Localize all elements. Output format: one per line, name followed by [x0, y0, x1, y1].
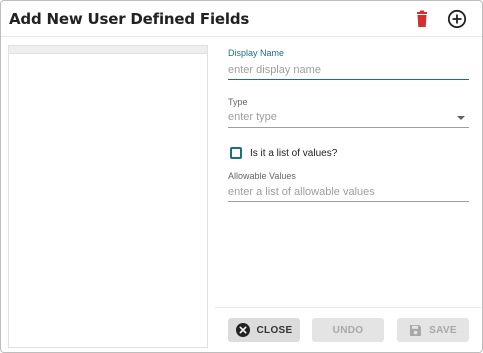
- dialog-footer: CLOSE UNDO SAVE: [215, 307, 481, 348]
- undo-button-label: UNDO: [332, 324, 364, 336]
- type-label: Type: [228, 97, 248, 107]
- list-of-values-label: Is it a list of values?: [250, 147, 338, 159]
- chevron-down-icon: [457, 116, 465, 120]
- undo-button[interactable]: UNDO: [312, 318, 384, 342]
- close-circle-icon: [235, 323, 250, 337]
- type-select[interactable]: enter type: [228, 108, 469, 128]
- fields-list-panel: [8, 45, 208, 348]
- dialog-header: Add New User Defined Fields: [1, 1, 482, 37]
- save-button[interactable]: SAVE: [397, 318, 469, 342]
- add-field-button[interactable]: [446, 8, 468, 30]
- trash-icon: [417, 10, 427, 27]
- allowable-values-input[interactable]: [228, 182, 469, 202]
- type-select-placeholder: enter type: [228, 111, 277, 123]
- save-button-label: SAVE: [429, 324, 457, 336]
- list-of-values-checkbox[interactable]: [230, 147, 242, 159]
- fields-list-header: [9, 46, 207, 54]
- add-user-defined-fields-dialog: Add New User Defined Fields Display Name…: [0, 0, 483, 353]
- display-name-label: Display Name: [228, 48, 285, 58]
- floppy-disk-icon: [409, 324, 422, 337]
- plus-circle-icon: [447, 9, 467, 29]
- close-button[interactable]: CLOSE: [228, 318, 300, 342]
- list-of-values-toggle[interactable]: Is it a list of values?: [230, 146, 337, 160]
- dialog-title: Add New User Defined Fields: [9, 10, 250, 28]
- field-editor-panel: Display Name Type enter type Is it a lis…: [215, 45, 481, 348]
- allowable-values-label: Allowable Values: [228, 171, 296, 181]
- close-button-label: CLOSE: [256, 324, 293, 336]
- display-name-input[interactable]: [228, 60, 469, 80]
- delete-button[interactable]: [411, 8, 433, 30]
